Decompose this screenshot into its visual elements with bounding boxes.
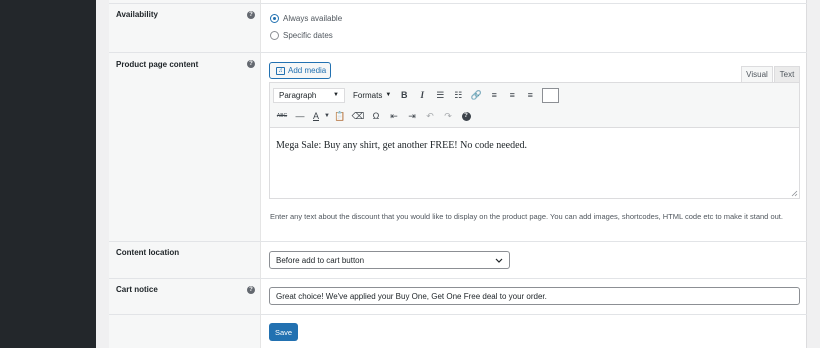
- row-divider: [109, 3, 807, 4]
- media-icon: ♫: [276, 66, 285, 75]
- row-divider: [109, 241, 807, 242]
- add-media-label: Add media: [288, 66, 327, 75]
- chevron-down-icon: [495, 258, 503, 263]
- page-gutter-left: [96, 0, 109, 348]
- product-page-content-help-icon[interactable]: ?: [247, 60, 255, 68]
- tab-text[interactable]: Text: [774, 66, 800, 83]
- editor-content[interactable]: Mega Sale: Buy any shirt, get another FR…: [276, 140, 527, 151]
- align-left-icon[interactable]: ≡: [485, 87, 503, 103]
- radio-specific-dates[interactable]: Specific dates: [270, 31, 333, 40]
- editor-toolbar: Paragraph ▼ Formats ▼ B I ☰ ☷ 🔗 ≡ ≡ ≡ AB…: [270, 83, 799, 128]
- horizontal-line-icon[interactable]: —: [291, 108, 309, 124]
- row-divider: [109, 278, 807, 279]
- paste-text-icon[interactable]: 📋: [331, 108, 349, 124]
- availability-help-icon[interactable]: ?: [247, 11, 255, 19]
- save-button[interactable]: Save: [269, 323, 298, 341]
- add-media-button[interactable]: ♫ Add media: [269, 62, 331, 79]
- toolbar-toggle-button[interactable]: [542, 87, 560, 103]
- content-location-select[interactable]: Before add to cart button: [269, 251, 510, 269]
- tab-visual[interactable]: Visual: [741, 66, 773, 83]
- keyboard-shortcuts-help-icon[interactable]: ?: [457, 108, 475, 124]
- chevron-down-icon: ▼: [333, 92, 339, 98]
- content-location-label: Content location: [116, 248, 180, 257]
- radio-button[interactable]: [270, 31, 279, 40]
- availability-label: Availability: [116, 10, 158, 19]
- bullet-list-icon[interactable]: ☰: [431, 87, 449, 103]
- page-gutter-right: [807, 0, 820, 348]
- italic-button[interactable]: I: [413, 87, 431, 103]
- special-character-button[interactable]: Ω: [367, 108, 385, 124]
- cart-notice-help-icon[interactable]: ?: [247, 286, 255, 294]
- admin-menu-sidebar: [0, 0, 96, 348]
- row-divider: [109, 52, 807, 53]
- caret-down-icon: ▼: [385, 92, 392, 98]
- radio-label: Always available: [283, 14, 343, 23]
- strikethrough-button[interactable]: ABC: [273, 108, 291, 124]
- paragraph-format-select[interactable]: Paragraph ▼: [273, 87, 345, 103]
- undo-icon[interactable]: ↶: [421, 108, 439, 124]
- text-color-button[interactable]: A: [309, 108, 323, 124]
- radio-label: Specific dates: [283, 31, 333, 40]
- indent-icon[interactable]: ⇥: [403, 108, 421, 124]
- align-right-icon[interactable]: ≡: [521, 87, 539, 103]
- radio-always-available[interactable]: Always available: [270, 14, 342, 23]
- link-icon[interactable]: 🔗: [467, 87, 485, 103]
- resize-handle-icon[interactable]: [791, 190, 798, 197]
- product-page-content-description: Enter any text about the discount that y…: [270, 212, 783, 221]
- cart-notice-label: Cart notice: [116, 285, 158, 294]
- bold-button[interactable]: B: [395, 87, 413, 103]
- row-divider: [109, 314, 807, 315]
- numbered-list-icon[interactable]: ☷: [449, 87, 467, 103]
- caret-down-icon[interactable]: ▼: [323, 108, 331, 124]
- redo-icon[interactable]: ↷: [439, 108, 457, 124]
- cart-notice-input[interactable]: Great choice! We've applied your Buy One…: [269, 287, 800, 305]
- formats-menu[interactable]: Formats ▼: [349, 91, 395, 100]
- outdent-icon[interactable]: ⇤: [385, 108, 403, 124]
- product-page-content-label: Product page content: [116, 60, 199, 69]
- align-center-icon[interactable]: ≡: [503, 87, 521, 103]
- radio-button-checked[interactable]: [270, 14, 279, 23]
- clear-formatting-icon[interactable]: ⌫: [349, 108, 367, 124]
